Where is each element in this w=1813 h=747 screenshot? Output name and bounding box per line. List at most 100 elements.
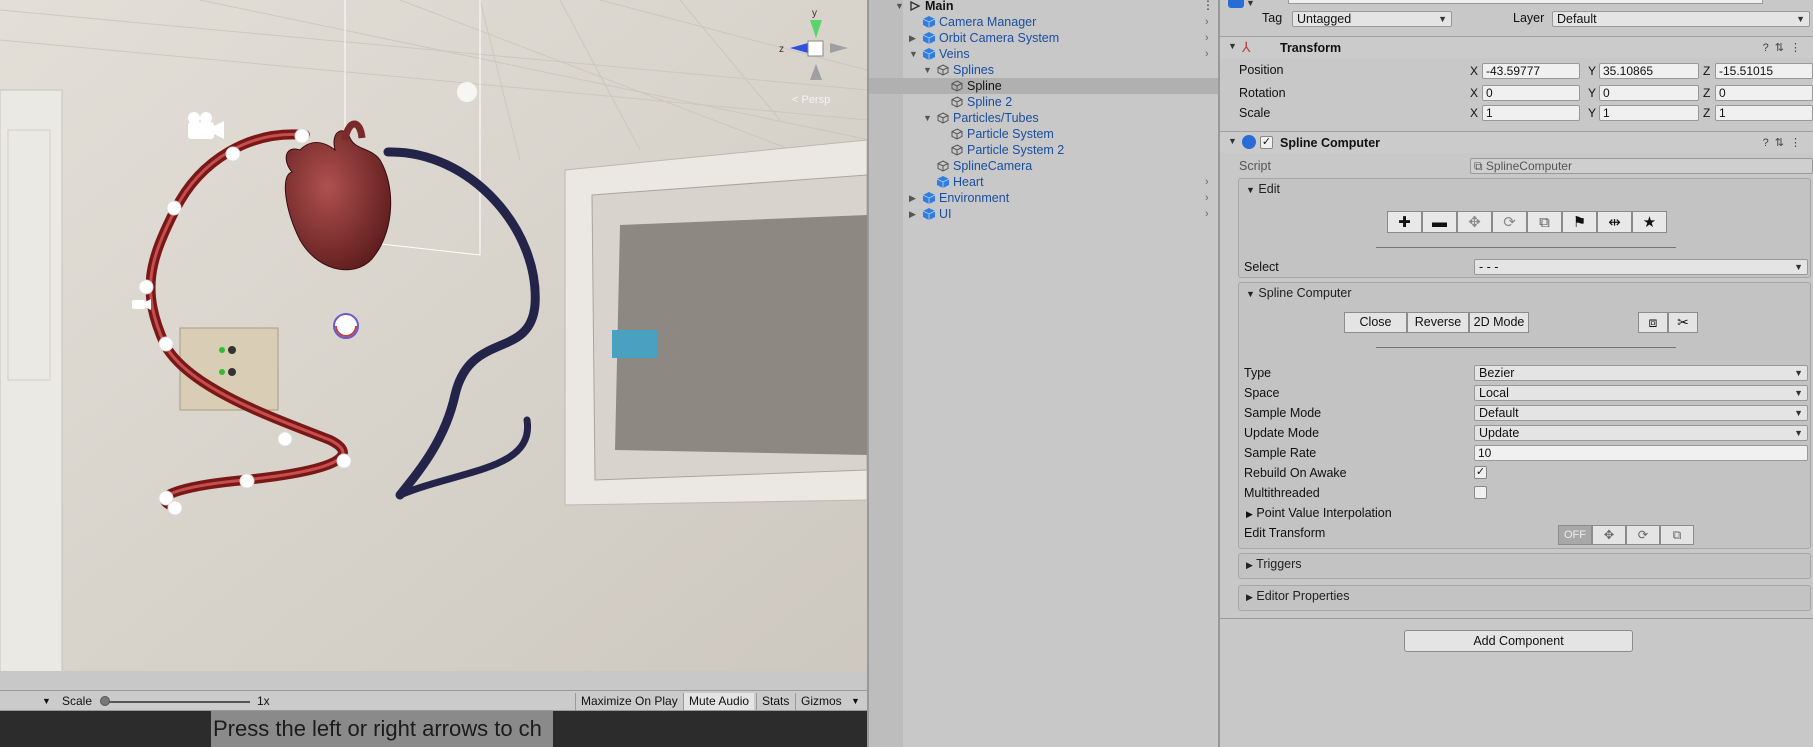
position-y-field[interactable]: 35.10865 — [1599, 63, 1699, 79]
scale-slider-track[interactable] — [104, 701, 250, 703]
reverse-button[interactable]: Reverse — [1407, 312, 1469, 333]
scale-x-field[interactable]: 1 — [1482, 105, 1580, 121]
merge-tool-button[interactable]: ★ — [1632, 211, 1667, 233]
scene-render[interactable]: y z < Persp — [0, 0, 867, 671]
bake-button-icon[interactable]: ⧈ — [1638, 312, 1668, 333]
hierarchy-item-heart[interactable]: Heart › — [869, 174, 1218, 190]
pos-y-axis: Y — [1588, 64, 1597, 78]
triggers-foldout[interactable]: ▶ Triggers — [1246, 557, 1302, 571]
foldout-icon[interactable]: ▼ — [1228, 136, 1237, 146]
transform-title: Transform — [1280, 41, 1342, 55]
chevron-right-icon[interactable]: › — [1205, 46, 1209, 62]
position-x-field[interactable]: -43.59777 — [1482, 63, 1580, 79]
hierarchy-item-particle-system[interactable]: Particle System — [869, 126, 1218, 142]
hierarchy-item-ui[interactable]: ▶ UI › — [869, 206, 1218, 222]
type-value: Bezier — [1479, 366, 1515, 380]
rotation-x-field[interactable]: 0 — [1482, 85, 1580, 101]
2d-mode-button[interactable]: 2D Mode — [1469, 312, 1529, 333]
rotation-z-field[interactable]: 0 — [1715, 85, 1813, 101]
hierarchy-item-particle-system-2[interactable]: Particle System 2 — [869, 142, 1218, 158]
update-mode-dropdown[interactable]: Update ▼ — [1474, 425, 1808, 441]
mute-audio-button[interactable]: Mute Audio — [683, 693, 755, 710]
maximize-on-play-button[interactable]: Maximize On Play — [575, 693, 683, 710]
foldout-expanded-icon[interactable]: ▼ — [895, 0, 905, 14]
foldout-collapsed-icon[interactable]: ▶ — [909, 30, 919, 46]
transform-header[interactable]: ▼ ⅄ Transform ?⇅⋮ — [1220, 36, 1813, 58]
foldout-expanded-icon[interactable]: ▼ — [923, 62, 933, 78]
hierarchy-item-splines[interactable]: ▼ Splines — [869, 62, 1218, 78]
display-dropdown-arrow-icon[interactable]: ▼ — [42, 693, 51, 710]
remove-point-button[interactable]: ▬ — [1422, 211, 1457, 233]
chevron-right-icon[interactable]: › — [1205, 174, 1209, 190]
layer-dropdown[interactable]: Default ▼ — [1552, 11, 1810, 27]
multithreaded-checkbox[interactable] — [1474, 486, 1487, 499]
add-point-button[interactable]: ✚ — [1387, 211, 1422, 233]
gizmos-dropdown-arrow-icon[interactable]: ▼ — [851, 693, 860, 710]
edit-transform-scale-icon[interactable]: ⧉ — [1660, 525, 1694, 545]
move-tool-button[interactable]: ✥ — [1457, 211, 1492, 233]
spline-computer-header[interactable]: ▼ ✓ Spline Computer ?⇅⋮ — [1220, 131, 1813, 153]
chevron-right-icon[interactable]: › — [1205, 206, 1209, 222]
close-button[interactable]: Close — [1344, 312, 1407, 333]
add-component-button[interactable]: Add Component — [1404, 630, 1633, 652]
component-menu-icons[interactable]: ?⇅⋮ — [1763, 41, 1807, 54]
chevron-right-icon[interactable]: › — [1205, 14, 1209, 30]
hierarchy-item-veins[interactable]: ▼ Veins › — [869, 46, 1218, 62]
divider — [1220, 618, 1813, 619]
hierarchy-item-main[interactable]: ▼ Main — [869, 0, 1218, 14]
spline-settings-title[interactable]: ▼ Spline Computer — [1246, 286, 1352, 300]
normal-tool-button[interactable]: ⚑ — [1562, 211, 1597, 233]
sample-rate-field[interactable]: 10 — [1474, 445, 1808, 461]
space-dropdown[interactable]: Local ▼ — [1474, 385, 1808, 401]
scale-z-field[interactable]: 1 — [1715, 105, 1813, 121]
gameobject-icon-arrow-icon[interactable]: ▼ — [1246, 0, 1255, 8]
foldout-icon[interactable]: ▼ — [1228, 41, 1237, 51]
chevron-right-icon[interactable]: › — [1205, 190, 1209, 206]
hierarchy-item-label: SplineCamera — [953, 159, 1033, 173]
edit-section-title[interactable]: ▼ Edit — [1246, 182, 1280, 196]
hierarchy-item-splinecamera[interactable]: SplineCamera — [869, 158, 1218, 174]
scene-view[interactable]: y z < Persp ⋮ — [0, 0, 867, 671]
scale-slider-knob[interactable] — [100, 696, 110, 706]
point-value-interpolation-foldout[interactable]: ▶ Point Value Interpolation — [1246, 506, 1392, 520]
hierarchy-item-environment[interactable]: ▶ Environment › — [869, 190, 1218, 206]
sample-mode-dropdown[interactable]: Default ▼ — [1474, 405, 1808, 421]
axis-z-label: z — [779, 44, 784, 55]
rotate-tool-button[interactable]: ⟳ — [1492, 211, 1527, 233]
mirror-tool-button[interactable]: ⇹ — [1597, 211, 1632, 233]
tag-dropdown[interactable]: Untagged ▼ — [1292, 11, 1452, 27]
tag-value: Untagged — [1297, 12, 1352, 26]
hierarchy-item-spline[interactable]: Spline — [869, 78, 1218, 94]
component-enabled-checkbox[interactable]: ✓ — [1260, 136, 1273, 149]
hierarchy-item-camera-manager[interactable]: Camera Manager › — [869, 14, 1218, 30]
hierarchy-item-spline-2[interactable]: Spline 2 — [869, 94, 1218, 110]
hierarchy-menu-icon[interactable]: ⋮ — [1202, 0, 1214, 12]
object-name-field[interactable] — [1288, 0, 1763, 4]
type-dropdown[interactable]: Bezier ▼ — [1474, 365, 1808, 381]
scale-tool-button[interactable]: ⧉ — [1527, 211, 1562, 233]
foldout-collapsed-icon[interactable]: ▶ — [909, 190, 919, 206]
hierarchy-item-orbit-camera-system[interactable]: ▶ Orbit Camera System › — [869, 30, 1218, 46]
position-z-field[interactable]: -15.51015 — [1715, 63, 1813, 79]
scale-y-field[interactable]: 1 — [1599, 105, 1699, 121]
edit-transform-rotate-icon[interactable]: ⟳ — [1626, 525, 1660, 545]
chevron-right-icon[interactable]: › — [1205, 30, 1209, 46]
game-view[interactable]: Press the left or right arrows to ch — [0, 711, 867, 747]
orbit-target-icon — [333, 313, 359, 339]
foldout-expanded-icon[interactable]: ▼ — [923, 110, 933, 126]
foldout-collapsed-icon[interactable]: ▶ — [909, 206, 919, 222]
cut-button-icon[interactable]: ✂ — [1668, 312, 1698, 333]
gizmos-button[interactable]: Gizmos — [795, 693, 847, 710]
edit-transform-move-icon[interactable]: ✥ — [1592, 525, 1626, 545]
rebuild-on-awake-checkbox[interactable]: ✓ — [1474, 466, 1487, 479]
select-dropdown[interactable]: - - - ▼ — [1474, 259, 1808, 275]
space-value: Local — [1479, 386, 1509, 400]
triggers-section[interactable] — [1238, 553, 1811, 579]
component-menu-icons[interactable]: ?⇅⋮ — [1763, 136, 1807, 149]
hierarchy-item-particles-tubes[interactable]: ▼ Particles/Tubes — [869, 110, 1218, 126]
edit-transform-off-button[interactable]: OFF — [1558, 525, 1592, 545]
rotation-y-field[interactable]: 0 — [1599, 85, 1699, 101]
foldout-expanded-icon[interactable]: ▼ — [909, 46, 919, 62]
stats-button[interactable]: Stats — [756, 693, 794, 710]
editor-properties-foldout[interactable]: ▶ Editor Properties — [1246, 589, 1350, 603]
